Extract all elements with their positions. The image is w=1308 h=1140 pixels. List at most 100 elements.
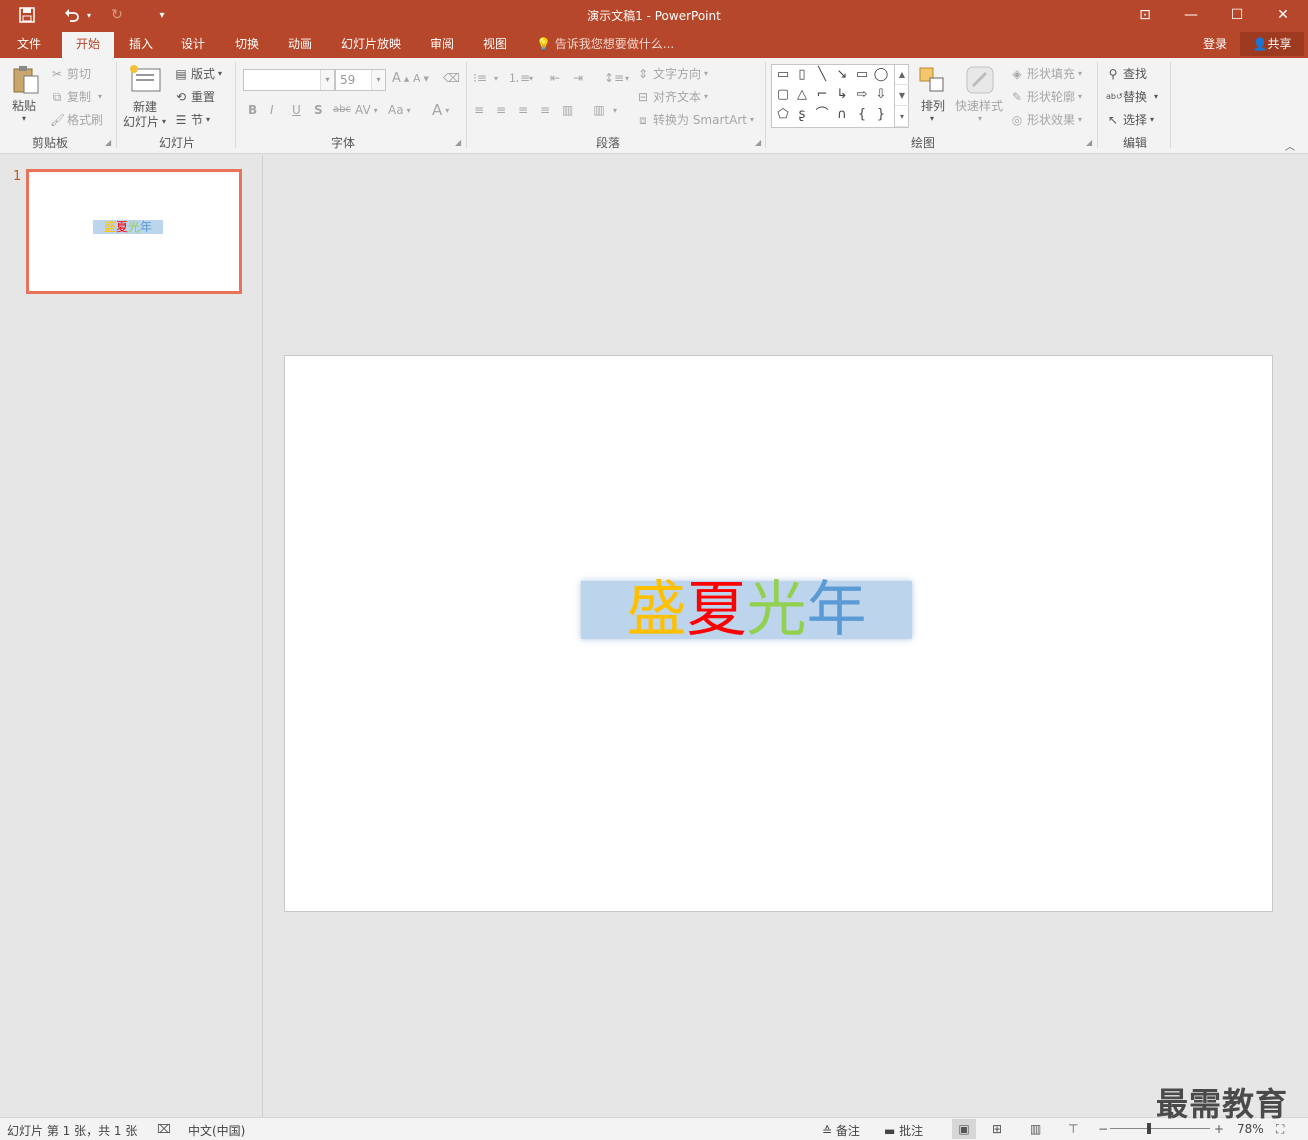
redo-icon[interactable]: ↻ <box>106 0 128 30</box>
align-center-icon[interactable]: ≡ <box>496 103 506 117</box>
slide-sorter-icon[interactable]: ⊞ <box>992 1122 1002 1136</box>
font-color-button[interactable]: A ▾ <box>432 101 449 119</box>
line-shape-icon[interactable]: ╲ <box>813 67 831 83</box>
shapes-gallery-scroll[interactable]: ▲ ▼ ▾ <box>894 64 909 128</box>
quick-styles-button[interactable]: 快速样式 <box>955 97 1003 114</box>
new-slide-icon[interactable] <box>128 64 162 94</box>
columns-button[interactable]: ▥ ▾ <box>592 103 617 117</box>
replace-button[interactable]: ab↺ 替换 ▾ <box>1106 88 1158 105</box>
slide-count-status[interactable]: 幻灯片 第 1 张，共 1 张 <box>7 1122 137 1139</box>
font-name-dropdown-icon[interactable]: ▾ <box>320 70 334 90</box>
change-case-button[interactable]: Aa ▾ <box>388 103 411 117</box>
distributed-icon[interactable]: ▥ <box>562 103 573 117</box>
tab-animations[interactable]: 动画 <box>279 30 321 58</box>
quick-styles-icon[interactable] <box>964 64 996 96</box>
undo-dropdown-icon[interactable]: ▾ <box>84 0 94 30</box>
zoom-slider-thumb[interactable] <box>1147 1123 1151 1134</box>
oval-shape-icon[interactable]: ◯ <box>872 67 890 83</box>
slide-canvas[interactable]: 盛夏光年 <box>284 355 1273 912</box>
copy-button[interactable]: ⧉ 复制 ▾ <box>50 88 102 105</box>
bold-button[interactable]: B <box>248 103 257 117</box>
gallery-down-icon[interactable]: ▼ <box>895 85 909 106</box>
language-status[interactable]: 中文(中国) <box>188 1122 245 1139</box>
login-link[interactable]: 登录 <box>1203 30 1227 58</box>
justify-icon[interactable]: ≡ <box>540 103 550 117</box>
slideshow-icon[interactable]: ⊤ <box>1068 1122 1078 1136</box>
elbow-arrow-shape-icon[interactable]: ↳ <box>833 87 851 103</box>
textbox-shape-icon[interactable]: ▭ <box>774 67 792 83</box>
rounded-rectangle-shape-icon[interactable]: ▢ <box>774 87 792 103</box>
italic-button[interactable]: I <box>270 103 274 117</box>
arrow-line-shape-icon[interactable]: ↘ <box>833 67 851 83</box>
paste-button[interactable]: 粘贴 <box>12 97 36 114</box>
collapse-ribbon-icon[interactable]: ︿ <box>1285 138 1295 153</box>
elbow-connector-shape-icon[interactable]: ⌐ <box>813 87 831 103</box>
shape-effects-button[interactable]: ◎ 形状效果 ▾ <box>1010 111 1082 128</box>
layout-button[interactable]: ▤ 版式 ▾ <box>174 65 222 82</box>
line-spacing-button[interactable]: ↕≡ ▾ <box>604 71 629 85</box>
text-shadow-button[interactable]: S <box>314 103 323 117</box>
tell-me-box[interactable]: 💡 告诉我您想要做什么... <box>536 30 674 58</box>
slide-thumbnail[interactable]: 盛夏光年 <box>26 169 242 294</box>
cut-button[interactable]: ✂ 剪切 <box>50 65 91 82</box>
shrink-font-button[interactable]: A ▼ <box>413 72 429 85</box>
select-button[interactable]: ↖ 选择 ▾ <box>1106 111 1154 128</box>
vertical-textbox-shape-icon[interactable]: ▯ <box>793 67 811 83</box>
gallery-up-icon[interactable]: ▲ <box>895 64 909 85</box>
spellcheck-icon[interactable]: ⌧ <box>157 1122 171 1136</box>
clipboard-launcher-icon[interactable]: ◢ <box>105 138 111 147</box>
font-launcher-icon[interactable]: ◢ <box>455 138 461 147</box>
font-name-combo[interactable]: ▾ <box>243 69 335 91</box>
tab-insert[interactable]: 插入 <box>120 30 162 58</box>
clear-formatting-icon[interactable]: ⌫ <box>443 71 460 85</box>
underline-button[interactable]: U <box>292 103 301 117</box>
close-button[interactable]: ✕ <box>1260 0 1306 30</box>
freeform-shape-icon[interactable]: ⬠ <box>774 107 792 123</box>
customize-qat-icon[interactable]: ▾ <box>152 0 172 30</box>
right-brace-shape-icon[interactable]: } <box>872 107 890 123</box>
arc-shape-icon[interactable]: ⌒ <box>813 107 831 123</box>
increase-indent-icon[interactable]: ⇥ <box>573 71 583 85</box>
save-icon[interactable] <box>14 0 40 30</box>
slide-title[interactable]: 盛夏光年 <box>581 580 912 640</box>
new-slide-button[interactable]: 幻灯片 ▾ <box>123 113 166 130</box>
title-textbox[interactable]: 盛夏光年 <box>581 580 912 640</box>
right-arrow-shape-icon[interactable]: ⇨ <box>853 87 871 103</box>
left-brace-shape-icon[interactable]: { <box>853 107 871 123</box>
shape-fill-button[interactable]: ◈ 形状填充 ▾ <box>1010 65 1082 82</box>
triangle-shape-icon[interactable]: △ <box>793 87 811 103</box>
tab-slideshow[interactable]: 幻灯片放映 <box>334 30 408 58</box>
tab-file[interactable]: 文件 <box>4 30 54 58</box>
zoom-out-icon[interactable]: − <box>1098 1122 1108 1136</box>
convert-smartart-button[interactable]: ⧈ 转换为 SmartArt ▾ <box>636 111 754 128</box>
text-direction-button[interactable]: ⇕ 文字方向 ▾ <box>636 65 708 82</box>
scribble-shape-icon[interactable]: ʂ <box>793 107 811 123</box>
strikethrough-button[interactable]: abc <box>333 104 351 115</box>
down-arrow-shape-icon[interactable]: ⇩ <box>872 87 890 103</box>
align-text-button[interactable]: ⊟ 对齐文本 ▾ <box>636 88 708 105</box>
gallery-more-icon[interactable]: ▾ <box>895 106 909 127</box>
undo-icon[interactable] <box>58 0 86 30</box>
drawing-launcher-icon[interactable]: ◢ <box>1086 138 1092 147</box>
arrange-button[interactable]: 排列 <box>921 97 945 114</box>
maximize-button[interactable]: ☐ <box>1214 0 1260 30</box>
quick-styles-dropdown-icon[interactable]: ▾ <box>978 114 982 123</box>
numbering-button[interactable]: ⒈≡ ▾ <box>508 71 533 85</box>
font-size-dropdown-icon[interactable]: ▾ <box>371 70 385 90</box>
minimize-button[interactable]: — <box>1168 0 1214 30</box>
format-painter-button[interactable]: 🖌 格式刷 <box>50 111 103 128</box>
notes-button[interactable]: ≙ 备注 <box>822 1122 860 1139</box>
section-button[interactable]: ☰ 节 ▾ <box>174 111 210 128</box>
find-button[interactable]: ⚲ 查找 <box>1106 65 1147 82</box>
paste-dropdown-icon[interactable]: ▾ <box>22 114 26 123</box>
paste-icon[interactable] <box>10 64 42 96</box>
tab-review[interactable]: 审阅 <box>421 30 463 58</box>
shape-outline-button[interactable]: ✎ 形状轮廓 ▾ <box>1010 88 1082 105</box>
character-spacing-button[interactable]: AV ▾ <box>355 103 378 117</box>
align-right-icon[interactable]: ≡ <box>518 103 528 117</box>
shapes-gallery[interactable]: ▭ ▯ ╲ ↘ ▭ ◯ ▢ △ ⌐ ↳ ⇨ ⇩ ⬠ ʂ ⌒ ∩ { } <box>771 64 909 128</box>
reading-view-icon[interactable]: ▥ <box>1030 1122 1041 1136</box>
ribbon-display-options-icon[interactable]: ⊡ <box>1122 0 1168 30</box>
arrange-icon[interactable] <box>918 66 946 94</box>
arrange-dropdown-icon[interactable]: ▾ <box>930 114 934 123</box>
